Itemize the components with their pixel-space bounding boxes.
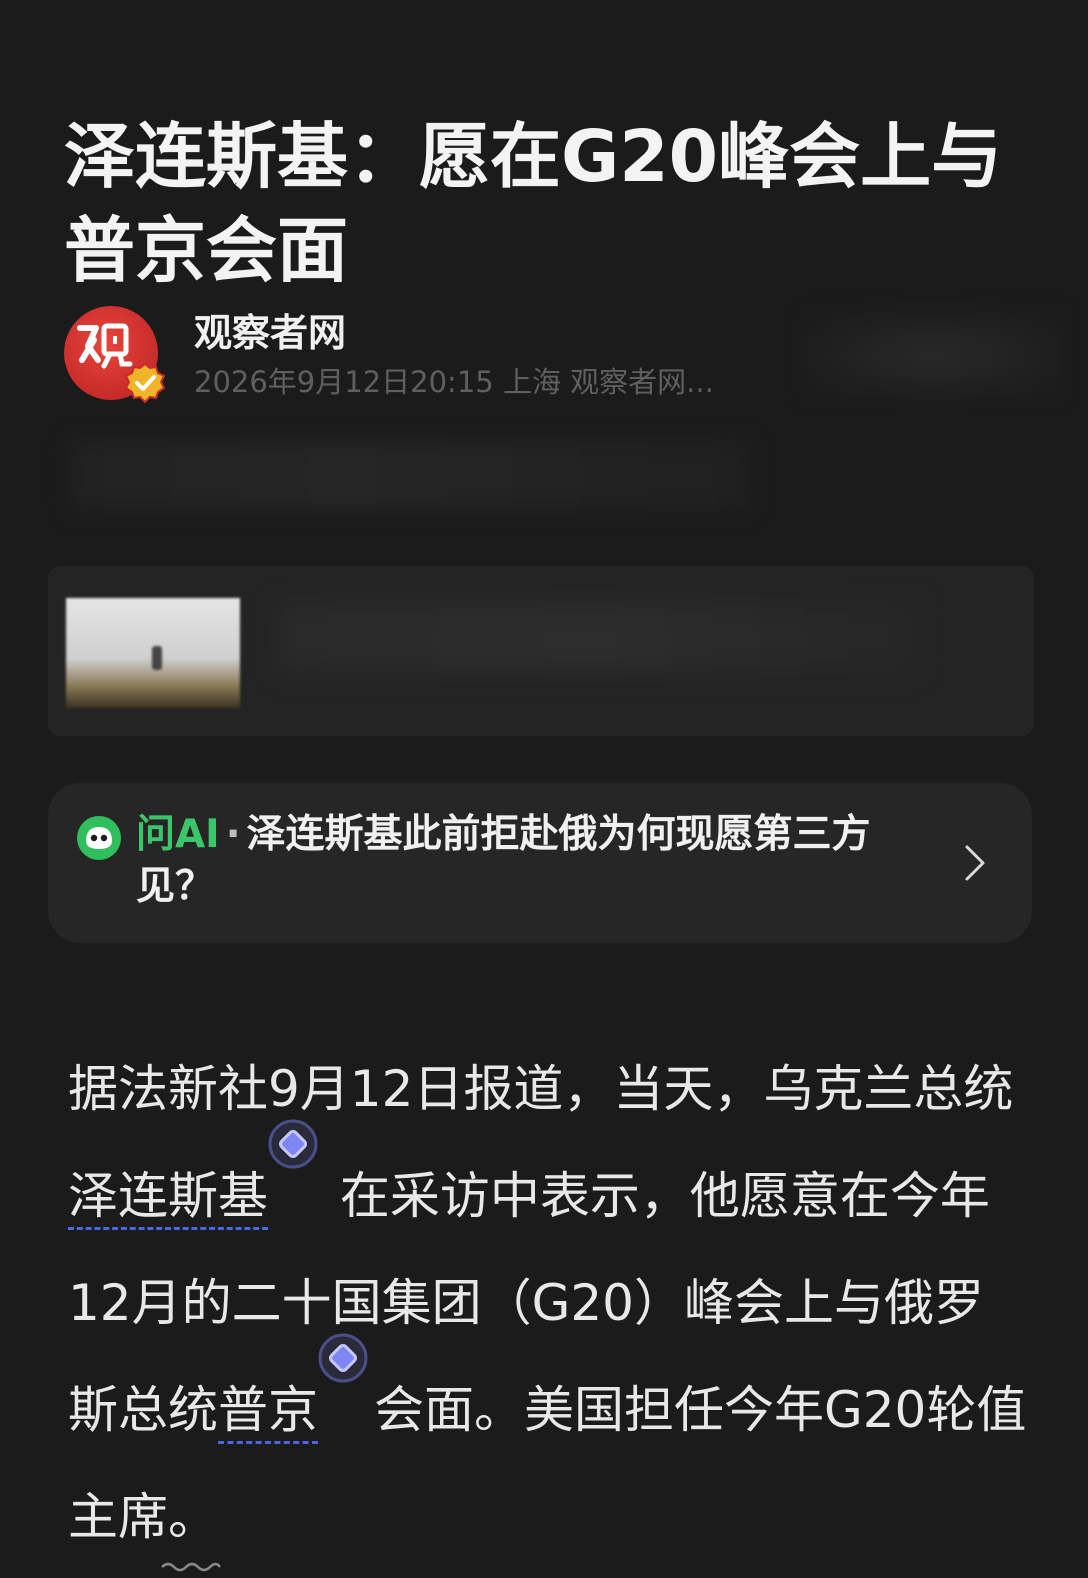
entity-link-zelensky[interactable]: 泽连斯基 (68, 1165, 268, 1230)
follow-area-blurred (804, 310, 1064, 400)
article-page: 泽连斯基：愿在G20峰会上与普京会面 观察者网 2026年9月12日20:15 … (0, 0, 1088, 1578)
author-name[interactable]: 观察者网 (194, 310, 346, 356)
author-row[interactable]: 观察者网 2026年9月12日20:15 上海 观察者网... (64, 306, 1064, 406)
ai-separator: · (225, 812, 241, 857)
ai-label: 问AI (136, 812, 220, 857)
ai-assistant-icon (77, 816, 121, 860)
entity-diamond-icon[interactable] (318, 1333, 368, 1383)
ask-ai-card[interactable]: 问AI · 泽连斯基此前拒赴俄为何现愿第三方见？ (48, 783, 1032, 943)
blurred-summary (70, 440, 750, 510)
media-caption-blurred (278, 602, 918, 672)
publish-meta: 2026年9月12日20:15 上海 观察者网... (194, 365, 714, 399)
entity-diamond-icon[interactable] (268, 1119, 318, 1169)
media-card[interactable] (48, 566, 1034, 736)
avatar[interactable] (64, 306, 166, 404)
ai-question-text: 泽连斯基此前拒赴俄为何现愿第三方见？ (136, 812, 871, 909)
squiggle-underline-icon (161, 1562, 222, 1572)
body-text-1: 据法新社9月12日报道，当天，乌克兰总统 (68, 1060, 1014, 1118)
entity-link-putin[interactable]: 普京 (218, 1379, 318, 1444)
article-title: 泽连斯基：愿在G20峰会上与普京会面 (64, 114, 1003, 292)
ai-question[interactable]: 问AI · 泽连斯基此前拒赴俄为何现愿第三方见？ (136, 809, 926, 913)
chevron-right-icon[interactable] (962, 843, 988, 883)
media-thumbnail[interactable] (66, 598, 240, 708)
article-body: 据法新社9月12日报道，当天，乌克兰总统泽连斯基 在采访中表示，他愿意在今年12… (68, 1036, 1028, 1572)
verified-badge-icon (124, 362, 166, 404)
